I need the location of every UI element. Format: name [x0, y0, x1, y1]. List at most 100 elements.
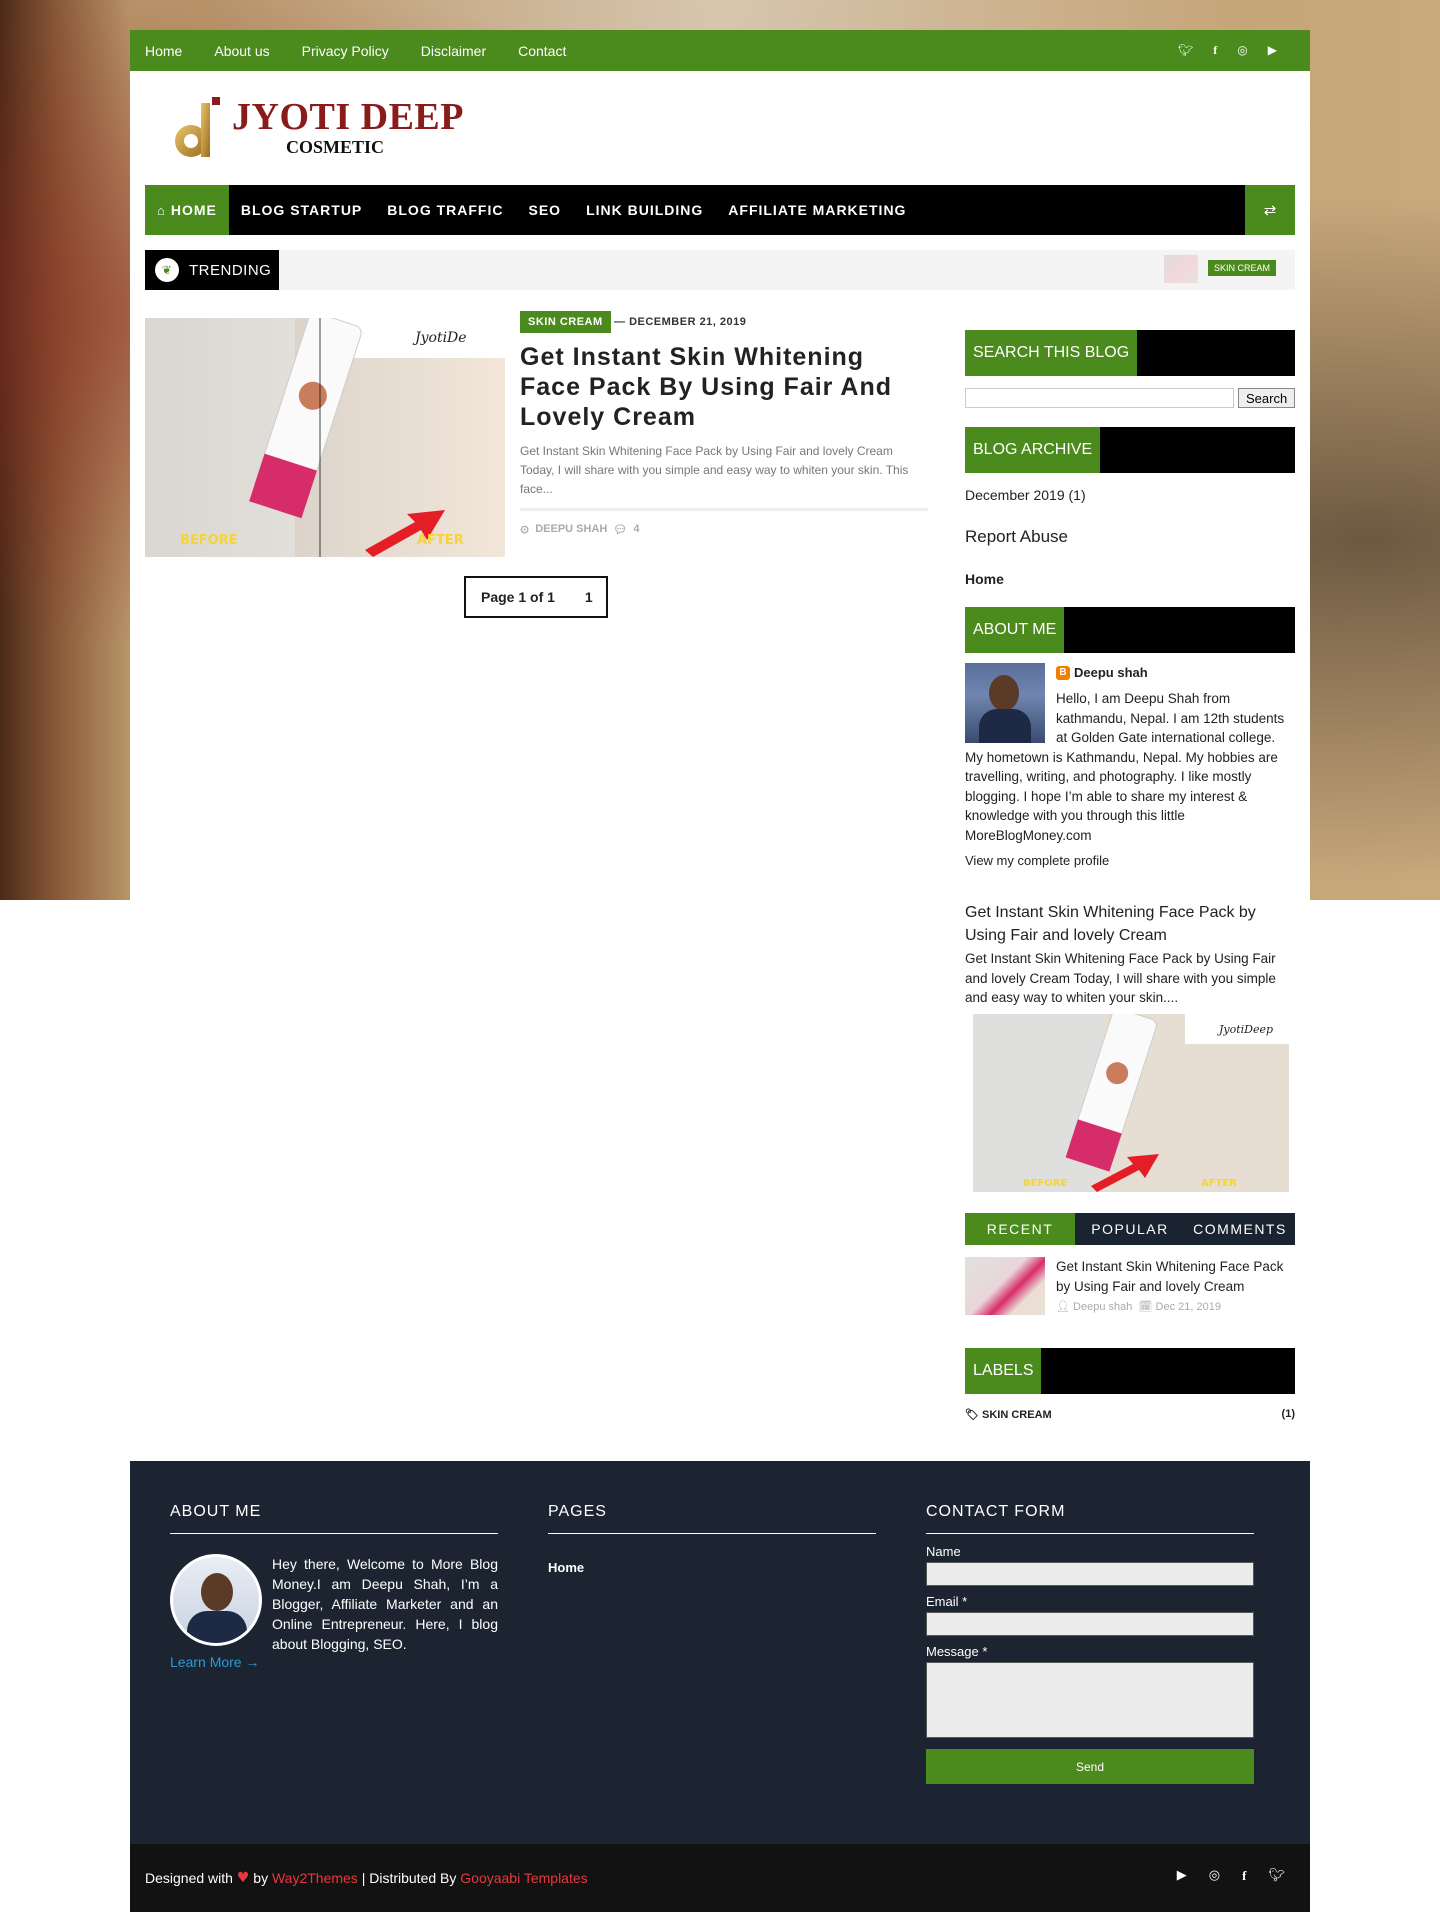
recent-post-title[interactable]: Get Instant Skin Whitening Face Pack by …	[1056, 1257, 1295, 1297]
youtube-icon[interactable]: ▶	[1177, 1868, 1187, 1884]
archive-widget-title: BLOG ARCHIVE	[965, 427, 1295, 473]
recent-date: Dec 21, 2019	[1155, 1301, 1221, 1313]
featured-title[interactable]: Get Instant Skin Whitening Face Pack by …	[965, 901, 1295, 947]
post-comments[interactable]: 4	[633, 523, 639, 536]
recent-author: Deepu shah	[1073, 1301, 1133, 1313]
nav-seo[interactable]: SEO	[528, 202, 561, 218]
svg-text:AFTER: AFTER	[1201, 1178, 1237, 1189]
profile-name[interactable]: Deepu shah	[1074, 663, 1148, 683]
nav-blog-traffic[interactable]: BLOG TRAFFIC	[387, 202, 503, 218]
facebook-icon[interactable]: f	[1213, 43, 1217, 58]
recent-post-meta: 👤︎ Deepu shah 🗓︎ Dec 21, 2019	[1056, 1300, 1295, 1313]
label-link[interactable]: SKIN CREAM	[982, 1409, 1052, 1421]
featured-image[interactable]: JyotiDeep BEFORE AFTER	[973, 1013, 1289, 1192]
nav-link-building[interactable]: LINK BUILDING	[586, 202, 703, 218]
message-field[interactable]	[926, 1662, 1254, 1738]
svg-text:JyotiDe: JyotiDe	[412, 330, 467, 346]
nav-home[interactable]: ⌂ HOME	[145, 185, 229, 235]
topnav-home[interactable]: Home	[145, 43, 182, 59]
post-date: — DECEMBER 21, 2019	[614, 316, 747, 328]
tab-recent[interactable]: RECENT	[965, 1213, 1075, 1245]
footer-pages-title: PAGES	[548, 1503, 876, 1534]
footer: ABOUT ME Hey there, Welcome to More Blog…	[130, 1461, 1310, 1844]
page-label: Page 1 of 1	[481, 589, 555, 605]
topnav-disclaimer[interactable]: Disclaimer	[421, 43, 486, 59]
facebook-icon[interactable]: f	[1242, 1868, 1246, 1884]
search-widget-title: SEARCH THIS BLOG	[965, 330, 1295, 376]
about-widget-title: ABOUT ME	[965, 607, 1295, 653]
logo-icon[interactable]	[173, 97, 223, 165]
twitter-icon[interactable]: 🐦︎	[1178, 43, 1193, 58]
tab-popular[interactable]: POPULAR	[1075, 1213, 1185, 1245]
blogger-icon: B	[1056, 666, 1070, 680]
topnav-privacy[interactable]: Privacy Policy	[302, 43, 389, 59]
learn-more-link[interactable]: Learn More →	[170, 1654, 498, 1670]
home-icon: ⌂	[157, 202, 165, 218]
trending-bar: ❦ TRENDING SKIN CREAM	[145, 250, 1295, 290]
shuffle-icon[interactable]: ⇄	[1245, 185, 1295, 235]
main-nav: ⌂ HOME BLOG STARTUP BLOG TRAFFIC SEO LIN…	[145, 185, 1295, 235]
post-category[interactable]: SKIN CREAM	[520, 311, 611, 333]
comment-icon: 💬︎	[613, 524, 628, 536]
email-label: Email *	[926, 1594, 968, 1609]
name-field[interactable]	[926, 1562, 1254, 1586]
email-field[interactable]	[926, 1612, 1254, 1636]
post-author[interactable]: DEEPU SHAH	[535, 523, 607, 536]
nav-affiliate-marketing[interactable]: AFFILIATE MARKETING	[728, 202, 906, 218]
gooyaabi-link[interactable]: Gooyaabi Templates	[460, 1870, 587, 1886]
footer-avatar[interactable]	[170, 1554, 262, 1646]
instagram-icon[interactable]: ◎	[1237, 43, 1247, 58]
heart-icon: ♥	[236, 1870, 250, 1886]
logo-title[interactable]: JYOTI DEEP	[232, 95, 464, 139]
post-meta: ⊙ DEEPU SHAH 💬︎ 4	[520, 523, 639, 536]
designed-text: Designed with	[145, 1870, 233, 1886]
pagination: Page 1 of 1 1	[464, 576, 608, 618]
site-header: JYOTI DEEP COSMETIC	[130, 71, 1310, 186]
top-bar: Home About us Privacy Policy Disclaimer …	[130, 30, 1310, 71]
distributed-text: | Distributed By	[361, 1870, 457, 1886]
search-input[interactable]	[965, 388, 1235, 408]
view-profile-link[interactable]: View my complete profile	[965, 851, 1295, 871]
page-number[interactable]: 1	[585, 589, 593, 605]
top-nav: Home About us Privacy Policy Disclaimer …	[145, 43, 566, 59]
sidebar-home-link[interactable]: Home	[965, 571, 1295, 587]
send-button[interactable]: Send	[926, 1749, 1254, 1784]
trending-thumbnail[interactable]	[1164, 255, 1198, 283]
youtube-icon[interactable]: ▶	[1268, 43, 1277, 58]
contact-form-title: CONTACT FORM	[926, 1503, 1254, 1534]
search-button[interactable]: Search	[1238, 388, 1295, 408]
archive-widget: BLOG ARCHIVE December 2019 (1)	[965, 427, 1295, 505]
bottom-social: ▶ ◎ f 🐦︎	[1177, 1868, 1285, 1884]
topnav-about[interactable]: About us	[214, 43, 269, 59]
way2themes-link[interactable]: Way2Themes	[272, 1870, 358, 1886]
topnav-contact[interactable]: Contact	[518, 43, 566, 59]
bottom-bar: Designed with ♥ by Way2Themes | Distribu…	[130, 1844, 1310, 1912]
twitter-icon[interactable]: 🐦︎	[1268, 1868, 1285, 1884]
about-widget: ABOUT ME B Deepu shah Hello, I am Deepu …	[965, 607, 1295, 871]
post-title[interactable]: Get Instant Skin Whitening Face Pack By …	[520, 342, 930, 432]
recent-thumbnail[interactable]	[965, 1257, 1045, 1315]
trending-tag[interactable]: SKIN CREAM	[1208, 260, 1277, 276]
archive-title-text: BLOG ARCHIVE	[965, 427, 1101, 473]
user-icon: 👤︎	[1056, 1301, 1070, 1313]
tag-icon: 🏷︎	[965, 1409, 979, 1421]
post-excerpt: Get Instant Skin Whitening Face Pack by …	[520, 444, 909, 496]
archive-link[interactable]: December 2019	[965, 487, 1065, 503]
nav-blog-startup[interactable]: BLOG STARTUP	[241, 202, 362, 218]
footer-home-link[interactable]: Home	[548, 1560, 876, 1575]
featured-post-widget: Get Instant Skin Whitening Face Pack by …	[965, 901, 1295, 1192]
nav-home-label[interactable]: HOME	[171, 202, 217, 218]
top-social: 🐦︎ f ◎ ▶	[1178, 43, 1295, 58]
search-widget: SEARCH THIS BLOG Search	[965, 330, 1295, 408]
instagram-icon[interactable]: ◎	[1209, 1868, 1220, 1884]
svg-text:BEFORE: BEFORE	[1023, 1178, 1067, 1189]
report-abuse[interactable]: Report Abuse	[965, 527, 1295, 547]
contact-form: CONTACT FORM Name Email * Message * Send	[926, 1461, 1254, 1784]
post-image[interactable]: JyotiDe BEFORE AFTER	[145, 318, 505, 557]
svg-text:JyotiDeep: JyotiDeep	[1217, 1023, 1273, 1036]
name-label: Name	[926, 1544, 961, 1559]
tab-comments[interactable]: COMMENTS	[1185, 1213, 1295, 1245]
by-text: by	[253, 1870, 269, 1886]
avatar[interactable]	[965, 663, 1045, 743]
search-title-text: SEARCH THIS BLOG	[965, 330, 1138, 376]
